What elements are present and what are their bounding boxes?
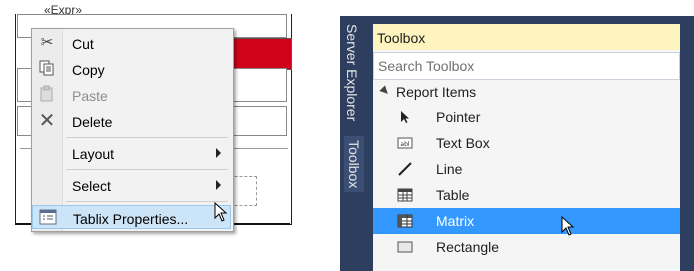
tab-server-explorer[interactable]: Server Explorer <box>344 24 360 121</box>
side-tab-strip: Server Explorer Toolbox <box>340 16 370 271</box>
menu-item-label: Tablix Properties... <box>73 211 189 227</box>
toolbox-search-input[interactable]: Search Toolbox <box>373 52 680 80</box>
toolbox-item-label: Matrix <box>436 213 475 229</box>
toolbox-window: Toolbox Search Toolbox Report Items Poin… <box>373 24 680 271</box>
menu-separator <box>66 169 228 170</box>
menu-item-label: Delete <box>72 114 113 130</box>
toolbox-title-bar[interactable]: Toolbox <box>373 24 680 50</box>
toolbox-item-label: Line <box>436 161 463 177</box>
paste-icon <box>37 85 57 105</box>
toolbox-item-label: Text Box <box>436 135 490 151</box>
toolbox-pane: Server Explorer Toolbox Toolbox Search T… <box>340 16 694 271</box>
menu-item-label: Copy <box>72 62 105 78</box>
delete-icon: ✕ <box>38 110 56 132</box>
menu-separator <box>66 137 228 138</box>
search-placeholder: Search Toolbox <box>378 58 475 74</box>
toolbox-item-text-box[interactable]: abl Text Box <box>373 130 680 156</box>
toolbox-item-pointer[interactable]: Pointer <box>373 104 680 130</box>
menu-separator <box>66 201 228 202</box>
copy-icon <box>37 59 57 79</box>
menu-item-label: Layout <box>72 146 115 162</box>
svg-text:abl: abl <box>400 141 409 148</box>
scissors-icon: ✂ <box>40 34 54 51</box>
textbox-icon: abl <box>397 137 413 149</box>
menu-item-cut[interactable]: ✂ Cut <box>32 31 231 55</box>
tab-toolbox[interactable]: Toolbox <box>344 136 364 193</box>
pointer-icon <box>401 111 409 123</box>
menu-item-copy[interactable]: Copy <box>32 57 231 81</box>
menu-item-select[interactable]: Select <box>32 173 231 197</box>
table-icon <box>397 188 413 202</box>
mouse-cursor-icon <box>561 216 575 236</box>
menu-item-label: Select <box>72 178 111 194</box>
rectangle-icon <box>397 241 413 253</box>
mouse-cursor-icon <box>214 202 228 222</box>
submenu-arrow-icon <box>216 180 221 190</box>
toolbox-item-line[interactable]: Line <box>373 156 680 182</box>
toolbox-item-label: Pointer <box>436 109 481 125</box>
toolbox-item-label: Rectangle <box>436 239 500 255</box>
menu-item-paste[interactable]: Paste <box>32 83 231 107</box>
context-menu: ✂ Cut Copy Paste ✕ Delete Layout Select <box>31 28 234 232</box>
toolbox-item-table[interactable]: Table <box>373 182 680 208</box>
menu-item-label: Cut <box>72 36 94 52</box>
category-report-items[interactable]: Report Items <box>373 80 680 104</box>
report-designer-pane: «Expr» ✂ Cut Copy Paste ✕ Delete Layout … <box>0 0 330 271</box>
matrix-icon <box>397 214 413 228</box>
properties-icon <box>38 208 58 228</box>
submenu-arrow-icon <box>216 148 221 158</box>
line-icon <box>398 162 412 176</box>
toolbox-item-matrix[interactable]: Matrix <box>373 208 680 234</box>
toolbox-title: Toolbox <box>377 30 426 46</box>
menu-item-tablix-properties[interactable]: Tablix Properties... <box>32 205 231 229</box>
toolbox-item-rectangle[interactable]: Rectangle <box>373 234 680 260</box>
menu-item-delete[interactable]: ✕ Delete <box>32 109 231 133</box>
category-label: Report Items <box>396 84 477 100</box>
menu-item-layout[interactable]: Layout <box>32 141 231 165</box>
toolbox-item-label: Table <box>436 187 470 203</box>
expanded-triangle-icon <box>379 85 391 97</box>
menu-item-label: Paste <box>72 88 108 104</box>
